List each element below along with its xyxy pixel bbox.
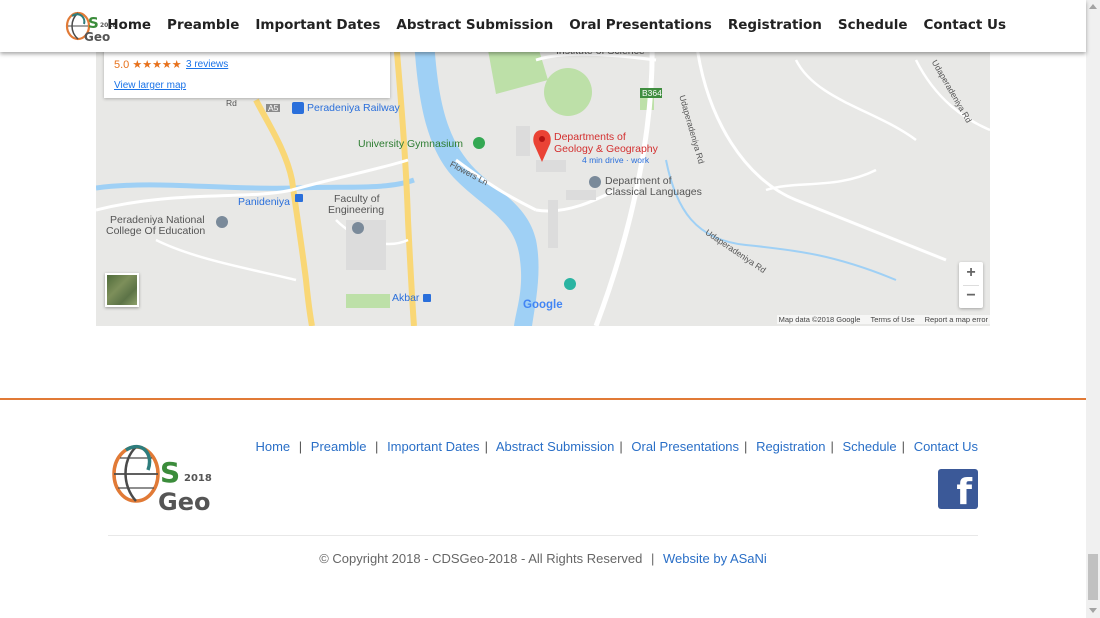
map-label-panideniya[interactable]: Panideniya xyxy=(238,197,290,208)
reviews-link[interactable]: 3 reviews xyxy=(186,59,228,70)
map-label-railway[interactable]: Peradeniya Railway xyxy=(307,103,400,114)
nav-preamble[interactable]: Preamble xyxy=(159,17,247,33)
scroll-down-arrow-icon[interactable] xyxy=(1089,608,1097,613)
footer-nav-sep: | xyxy=(744,439,748,454)
nav-schedule[interactable]: Schedule xyxy=(830,17,916,33)
report-map-error-link[interactable]: Report a map error xyxy=(925,315,988,324)
footer-accent-line xyxy=(0,398,1086,400)
facebook-icon[interactable]: f xyxy=(938,469,978,513)
website-by-link[interactable]: Website by ASaNi xyxy=(663,551,767,566)
page-scrollbar[interactable] xyxy=(1086,0,1100,618)
footer-nav-sep: | xyxy=(484,439,488,454)
nav-oral-presentations[interactable]: Oral Presentations xyxy=(561,17,720,33)
footer-nav: Home | Preamble | Important Dates | Abstr… xyxy=(255,439,978,454)
facebook-glyph: f xyxy=(956,472,972,513)
satellite-toggle[interactable] xyxy=(105,273,139,307)
map-label-akbar[interactable]: Akbar xyxy=(392,293,419,304)
zoom-out-button[interactable]: − xyxy=(959,285,983,308)
footer-nav-sep: | xyxy=(295,439,303,454)
park-poi-icon[interactable] xyxy=(564,278,576,290)
map-label-college-2[interactable]: College Of Education xyxy=(106,226,205,237)
copyright-text: © Copyright 2018 - CDSGeo-2018 - All Rig… xyxy=(319,551,643,566)
footer-divider xyxy=(108,535,978,536)
footer-nav-sep: | xyxy=(371,439,379,454)
footer-nav-sep: | xyxy=(901,439,906,454)
map-label-drive: 4 min drive · work xyxy=(582,155,650,165)
footer-logo[interactable]: S 2018 Geo xyxy=(108,438,218,514)
nav-home[interactable]: Home xyxy=(99,17,159,33)
map-label-b364: B364 xyxy=(642,88,662,98)
view-larger-map-link[interactable]: View larger map xyxy=(114,80,186,91)
map-label-a5: A5 xyxy=(268,103,279,113)
zoom-divider xyxy=(963,285,979,286)
nav-contact-us[interactable]: Contact Us xyxy=(915,17,1014,33)
map-label-dept-2[interactable]: Geology & Geography xyxy=(554,144,658,155)
footer-nav-oral-presentations[interactable]: Oral Presentations xyxy=(631,439,739,454)
footer-nav-sep: | xyxy=(619,439,623,454)
terms-of-use-link[interactable]: Terms of Use xyxy=(870,315,914,324)
scrollbar-thumb[interactable] xyxy=(1088,554,1098,600)
map-data-text: Map data ©2018 Google xyxy=(778,315,861,324)
map-label-dept-1[interactable]: Departments of xyxy=(554,132,626,143)
map-label-rd: Rd xyxy=(226,98,237,108)
copyright-line: © Copyright 2018 - CDSGeo-2018 - All Rig… xyxy=(0,551,1086,566)
copyright-separator: | xyxy=(650,551,655,566)
college-poi-icon[interactable] xyxy=(216,216,228,228)
footer-nav-schedule[interactable]: Schedule xyxy=(842,439,896,454)
nav-registration[interactable]: Registration xyxy=(720,17,830,33)
footer-nav-abstract-submission[interactable]: Abstract Submission xyxy=(496,439,615,454)
zoom-controls: + − xyxy=(959,262,983,308)
footer-nav-registration[interactable]: Registration xyxy=(756,439,825,454)
classical-poi-icon[interactable] xyxy=(589,176,601,188)
footer-nav-sep: | xyxy=(830,439,834,454)
footer-logo-year: 2018 xyxy=(184,473,212,484)
footer-nav-contact-us[interactable]: Contact Us xyxy=(914,439,978,454)
zoom-in-button[interactable]: + xyxy=(959,262,983,285)
panideniya-station-icon[interactable] xyxy=(295,194,303,202)
footer-nav-home[interactable]: Home xyxy=(255,439,290,454)
place-rating: 5.0 ★★★★★ xyxy=(114,59,182,71)
scroll-up-arrow-icon[interactable] xyxy=(1089,4,1097,9)
footer-nav-preamble[interactable]: Preamble xyxy=(311,439,367,454)
footer-nav-important-dates[interactable]: Important Dates xyxy=(387,439,480,454)
map-park-circle xyxy=(544,68,592,116)
nav-abstract-submission[interactable]: Abstract Submission xyxy=(388,17,561,33)
site-header: S 2018 Geo Home Preamble Important Dates… xyxy=(0,0,1086,52)
map-label-classical-2[interactable]: Classical Languages xyxy=(605,187,702,198)
google-logo: Google xyxy=(523,299,563,311)
map-park-field xyxy=(346,294,390,308)
map-attribution: Map data ©2018 Google Terms of Use Repor… xyxy=(776,315,990,324)
nav-important-dates[interactable]: Important Dates xyxy=(247,17,388,33)
akbar-station-icon[interactable] xyxy=(423,294,431,302)
main-nav: Home Preamble Important Dates Abstract S… xyxy=(99,0,1014,50)
footer-logo-geo: Geo xyxy=(158,488,210,514)
map-label-gymnasium[interactable]: University Gymnasium xyxy=(358,139,463,150)
footer-logo-letter-s: S xyxy=(160,456,180,489)
map-label-faculty-2[interactable]: Engineering xyxy=(328,205,384,216)
railway-station-icon[interactable] xyxy=(292,102,304,114)
gymnasium-poi-icon[interactable] xyxy=(473,137,485,149)
faculty-poi-icon[interactable] xyxy=(352,222,364,234)
